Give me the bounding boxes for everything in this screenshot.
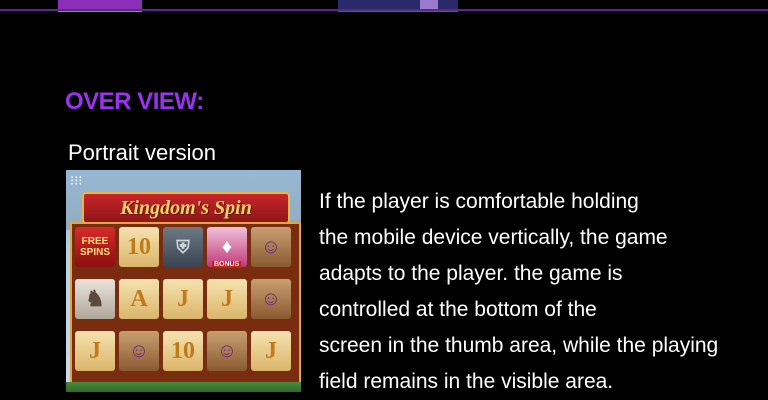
reel-grid: FREE SPINS 10 ⛨ ♦ BONUS ☺ ♞ A J J ☺ J ☺ …	[70, 222, 301, 392]
section-subheading: Portrait version	[68, 140, 216, 165]
symbol-ten: 10	[163, 331, 203, 371]
horse-symbol: ♞	[75, 279, 115, 319]
character-symbol: ☺	[251, 227, 291, 267]
game-footer-strip	[66, 382, 301, 392]
description-line: controlled at the bottom of the	[319, 298, 597, 321]
character-symbol: ☺	[207, 331, 247, 371]
free-spins-label: FREE SPINS	[79, 236, 110, 258]
symbol-j: J	[163, 279, 203, 319]
symbol-ten: 10	[119, 227, 159, 267]
game-thumbnail: ⁝⁝⁝ Kingdom's Spin FREE SPINS 10 ⛨ ♦ BON…	[66, 170, 301, 392]
description-line: screen in the thumb area, while the play…	[319, 334, 719, 357]
character-symbol: ☺	[251, 279, 291, 319]
free-spins-symbol: FREE SPINS	[75, 227, 115, 267]
description-line: adapts to the player. the game is	[319, 262, 623, 285]
bonus-label: BONUS	[212, 261, 242, 268]
divider-line	[0, 9, 768, 11]
symbol-a: A	[119, 279, 159, 319]
section-heading: OVER VIEW:	[65, 88, 204, 115]
description-line: field remains in the visible area.	[319, 370, 614, 393]
description-line: the mobile device vertically, the game	[319, 226, 668, 249]
description-line: If the player is comfortable holding	[319, 190, 639, 213]
game-title-banner: Kingdom's Spin	[82, 192, 290, 224]
character-symbol: ☺	[119, 331, 159, 371]
top-image-strip	[0, 0, 768, 12]
knight-symbol: ⛨	[163, 227, 203, 267]
symbol-j: J	[207, 279, 247, 319]
symbol-j: J	[251, 331, 291, 371]
grid-menu-icon: ⁝⁝⁝	[70, 174, 83, 189]
symbol-j: J	[75, 331, 115, 371]
overview-description: If the player is comfortable holding the…	[319, 184, 759, 400]
